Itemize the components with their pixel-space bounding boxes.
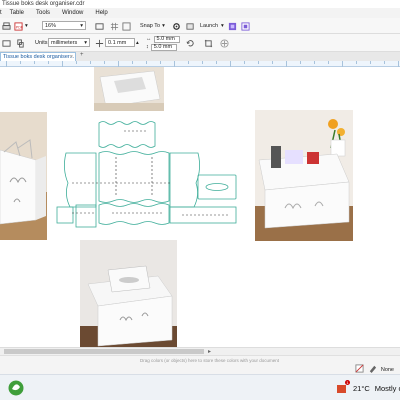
ruler-tick	[328, 61, 329, 64]
swatch-icon[interactable]	[241, 21, 250, 31]
photo-box-top[interactable]	[94, 67, 164, 111]
status-bar: Drag colors (or objects) here to store t…	[0, 355, 400, 374]
duplicate-x-field[interactable]: ↔ 5.0 mm	[146, 35, 180, 43]
weather-alert-icon: 1	[336, 380, 350, 394]
nudge-icon	[95, 38, 104, 48]
ruler-tick	[244, 61, 245, 64]
ruler-tick	[188, 61, 189, 64]
fill-status-label: None	[380, 366, 394, 373]
add-icon[interactable]	[220, 38, 229, 48]
close-tab-icon[interactable]: ×	[70, 53, 73, 61]
menu-item-table[interactable]: Table	[10, 8, 24, 18]
scroll-thumb[interactable]	[4, 349, 204, 354]
ruler-tick	[104, 61, 105, 64]
duplicate-y-field[interactable]: ↕ 5.0 mm	[146, 43, 177, 51]
ruler-tick	[356, 61, 357, 64]
scroll-right-arrow-icon[interactable]: ▸	[208, 348, 211, 355]
svg-text:PDF: PDF	[16, 25, 23, 29]
weather-widget[interactable]: 1 21°C Mostly cloud	[336, 380, 400, 394]
panel-small-square	[56, 206, 74, 224]
panel-right-wing	[169, 152, 200, 208]
ruler-tick	[132, 61, 133, 64]
ruler-tick	[48, 61, 49, 64]
document-tab[interactable]: Tissue boks desk organiser... ×	[0, 52, 76, 61]
panel-center	[98, 151, 170, 203]
window-title: Tissue boks desk organiser.cdr	[0, 0, 400, 8]
color-docker-hint: Drag colors (or objects) here to store t…	[140, 358, 280, 363]
weather-text: Mostly cloud	[374, 384, 400, 393]
nudge-spinner-icon[interactable]: ▴	[136, 38, 139, 48]
panel-left-foot	[75, 204, 97, 228]
ruler-tick	[216, 61, 217, 64]
grid-icon[interactable]	[110, 21, 119, 31]
notification-badge: 1	[345, 380, 350, 385]
launch-icon[interactable]	[186, 21, 195, 31]
ruler-tick	[90, 61, 91, 64]
coreldraw-taskbar-icon[interactable]	[8, 380, 24, 400]
ruler-tick	[146, 61, 147, 64]
gear-icon[interactable]	[172, 21, 181, 31]
tissue-slot	[205, 183, 229, 191]
units-label: Units:	[35, 40, 50, 46]
ruler-tick	[34, 61, 35, 64]
photo-organiser-left[interactable]	[0, 112, 47, 240]
menu-item-file-end[interactable]: t	[0, 8, 2, 18]
photo-tissue-box-bottom[interactable]	[80, 240, 177, 348]
page-layout-icon[interactable]	[16, 38, 25, 48]
menu-item-window[interactable]: Window	[62, 8, 83, 18]
ruler-tick	[20, 61, 21, 64]
drawing-canvas[interactable]	[0, 67, 400, 348]
new-tab-icon[interactable]: +	[80, 52, 84, 58]
app-window: Tissue boks desk organiser.cdr t Table T…	[0, 0, 400, 400]
guides-icon[interactable]	[122, 21, 131, 31]
horizontal-scrollbar[interactable]: ▸	[0, 347, 400, 355]
align-icon[interactable]	[2, 38, 11, 48]
menu-item-tools[interactable]: Tools	[36, 8, 50, 18]
zoom-level[interactable]: 16% ▾	[42, 21, 86, 30]
ruler-tick	[300, 61, 301, 64]
property-bar: Units: millimeters ▾ 0.1 mm ▴ ↔ 5.0 mm ↕ 5…	[0, 34, 400, 52]
menubar: t Table Tools Window Help	[0, 8, 400, 18]
ruler-tick	[370, 61, 371, 64]
panel-bottom	[98, 203, 170, 225]
ruler-tick	[258, 61, 259, 64]
ruler-tick	[202, 61, 203, 64]
temperature: 21°C	[353, 384, 370, 393]
standard-toolbar: PDF ▾ 16% ▾ Snap To ▾ Launch ▾	[0, 18, 400, 34]
print-icon[interactable]	[2, 21, 11, 31]
crop-icon[interactable]	[204, 38, 213, 48]
launch-dropdown[interactable]: Launch ▾	[200, 21, 224, 31]
full-screen-icon[interactable]	[95, 21, 104, 31]
pdf-dropdown-icon[interactable]: ▾	[25, 21, 28, 31]
color-palette-icon[interactable]	[228, 21, 237, 31]
nudge-distance-input[interactable]: 0.1 mm	[105, 38, 135, 47]
ruler-tick	[76, 61, 77, 64]
undo-icon[interactable]	[186, 38, 195, 48]
ruler-tick	[314, 61, 315, 64]
menu-item-help[interactable]: Help	[95, 8, 107, 18]
document-tabs: Tissue boks desk organiser... × +	[0, 52, 400, 61]
snap-to-dropdown[interactable]: Snap To ▾	[140, 21, 165, 31]
panel-left-wing	[64, 152, 97, 208]
panel-top-flap	[98, 121, 156, 148]
photo-organiser-right[interactable]	[255, 110, 353, 241]
panel-right-side	[197, 174, 237, 200]
taskbar: 1 21°C Mostly cloud	[0, 374, 400, 400]
ruler-tick	[272, 61, 273, 64]
ruler-tick	[384, 61, 385, 64]
ruler-tick	[160, 61, 161, 64]
units-select[interactable]: millimeters ▾	[48, 38, 90, 47]
dieline-template[interactable]	[52, 117, 242, 242]
pdf-icon[interactable]: PDF	[14, 21, 23, 31]
